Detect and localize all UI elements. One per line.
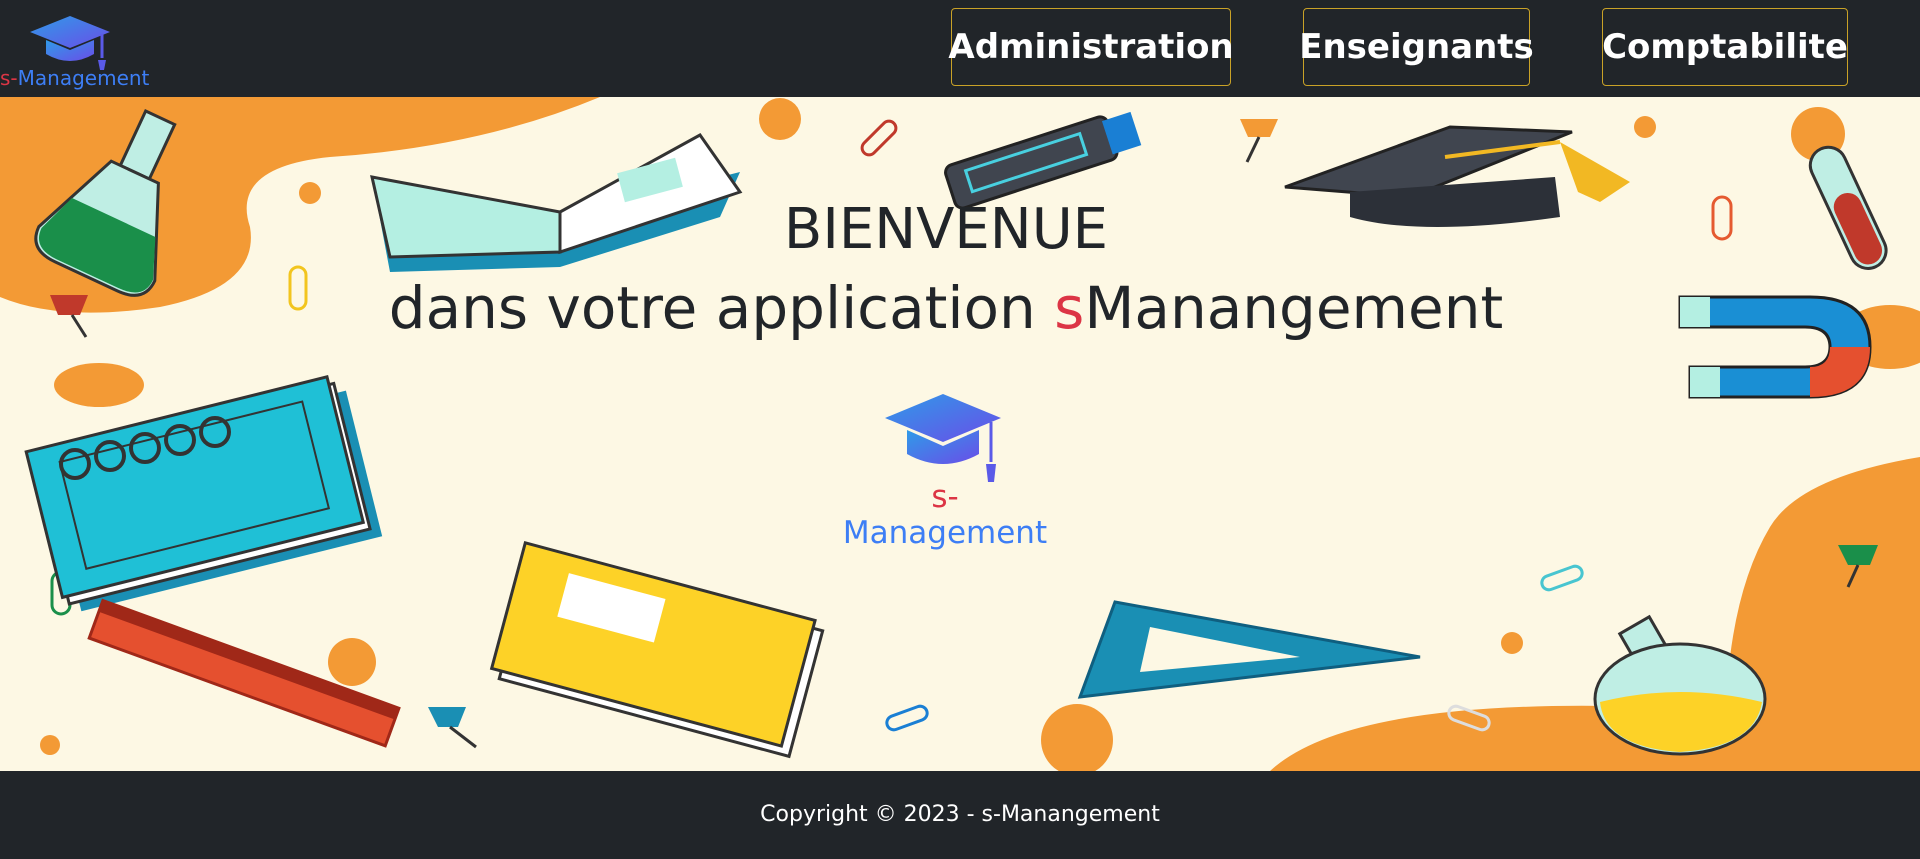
graduation-cap-icon <box>885 394 1001 482</box>
footer-copyright: Copyright © 2023 - s-Manangement <box>760 802 1160 827</box>
welcome-subtitle: dans votre application sManangement <box>388 274 1504 342</box>
welcome-title: BIENVENUE <box>783 197 1109 262</box>
brand-text: s-Management <box>0 66 150 90</box>
nav-enseignants-button[interactable]: Enseignants <box>1299 8 1534 86</box>
center-logo: s-Management <box>835 394 1055 551</box>
graduation-cap-icon <box>30 16 110 70</box>
navbar: s-Management Administration Enseignants … <box>0 0 1920 97</box>
nav-comptabilite-button[interactable]: Comptabilite <box>1602 8 1848 86</box>
center-logo-text: s-Management <box>842 479 1048 551</box>
brand-logo[interactable]: s-Management <box>0 14 150 92</box>
footer: Copyright © 2023 - s-Manangement <box>0 771 1920 841</box>
hero-banner: BIENVENUE dans votre application sManang… <box>0 97 1920 771</box>
nav-administration-button[interactable]: Administration <box>948 8 1234 86</box>
